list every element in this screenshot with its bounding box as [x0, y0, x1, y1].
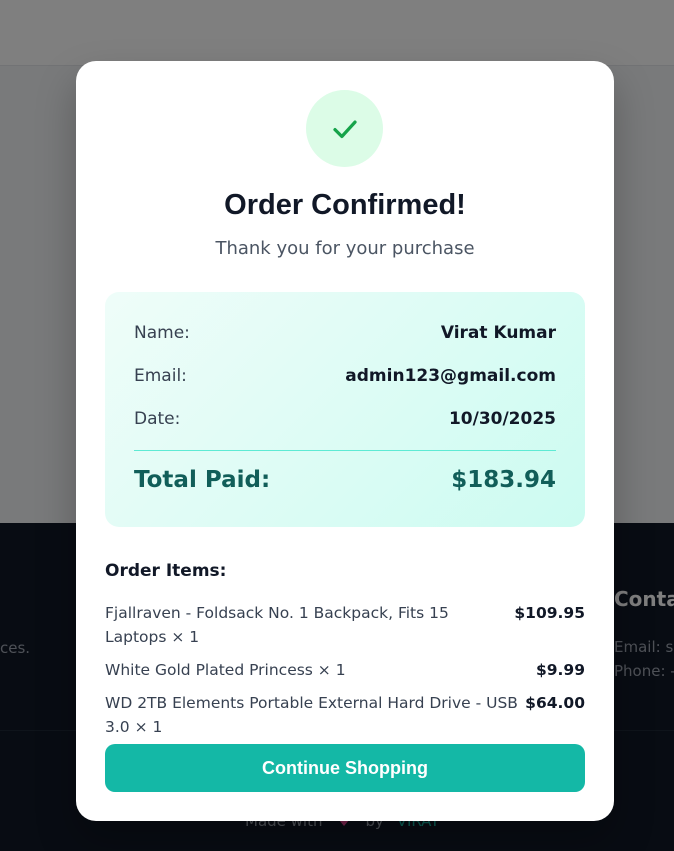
- email-label: Email:: [134, 366, 187, 386]
- list-item: White Gold Plated Princess × 1 $9.99: [105, 658, 585, 682]
- order-items-heading: Order Items:: [105, 561, 227, 581]
- item-price: $9.99: [535, 661, 585, 679]
- continue-shopping-button[interactable]: Continue Shopping: [105, 744, 585, 792]
- email-value: admin123@gmail.com: [345, 366, 556, 386]
- total-label: Total Paid:: [134, 467, 271, 493]
- name-label: Name:: [134, 323, 190, 343]
- order-items-list: Fjallraven - Foldsack No. 1 Backpack, Fi…: [105, 601, 585, 748]
- order-confirmation-modal: Order Confirmed! Thank you for your purc…: [76, 61, 614, 821]
- summary-row-name: Name: Virat Kumar: [134, 323, 556, 343]
- item-name: Fjallraven - Foldsack No. 1 Backpack, Fi…: [105, 604, 449, 646]
- item-price: $109.95: [514, 604, 585, 622]
- order-summary-card: Name: Virat Kumar Email: admin123@gmail.…: [105, 292, 585, 527]
- item-name: White Gold Plated Princess × 1: [105, 661, 346, 679]
- date-label: Date:: [134, 409, 181, 429]
- success-badge: [306, 90, 383, 167]
- modal-title: Order Confirmed!: [224, 189, 466, 221]
- summary-divider: [134, 450, 556, 451]
- list-item: WD 2TB Elements Portable External Hard D…: [105, 691, 585, 739]
- check-icon: [332, 120, 357, 138]
- list-item: Fjallraven - Foldsack No. 1 Backpack, Fi…: [105, 601, 585, 649]
- name-value: Virat Kumar: [440, 323, 556, 343]
- date-value: 10/30/2025: [448, 409, 556, 429]
- item-name: WD 2TB Elements Portable External Hard D…: [105, 694, 518, 736]
- item-price: $64.00: [525, 694, 585, 712]
- summary-row-date: Date: 10/30/2025: [134, 409, 556, 429]
- modal-subtitle: Thank you for your purchase: [215, 238, 475, 259]
- summary-row-total: Total Paid: $183.94: [134, 467, 556, 493]
- summary-row-email: Email: admin123@gmail.com: [134, 366, 556, 386]
- total-value: $183.94: [451, 467, 556, 493]
